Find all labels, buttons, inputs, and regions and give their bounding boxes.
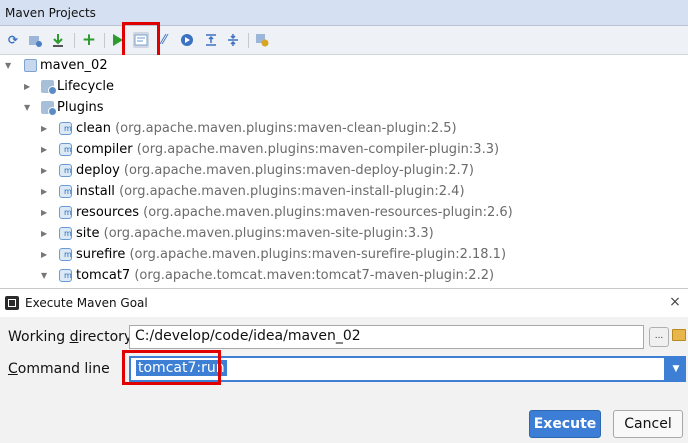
panel-title: Maven Projects bbox=[0, 0, 688, 26]
lifecycle-label: Lifecycle bbox=[57, 79, 115, 94]
plugin-coordinates: (org.apache.maven.plugins:maven-resource… bbox=[143, 205, 513, 220]
dialog-titlebar: Execute Maven Goal × bbox=[0, 289, 688, 317]
maven-plugin-icon bbox=[59, 122, 72, 135]
maven-plugin-icon bbox=[59, 143, 72, 156]
tree-node-plugin[interactable]: ▶ resources (org.apache.maven.plugins:ma… bbox=[0, 202, 688, 223]
collapsed-arrow-icon[interactable]: ▶ bbox=[41, 223, 51, 244]
plugin-name: clean bbox=[76, 121, 111, 136]
execute-button[interactable]: Execute bbox=[529, 410, 601, 438]
toolbar-separator bbox=[104, 33, 105, 48]
tree-node-plugins[interactable]: ▼ Plugins bbox=[0, 97, 688, 118]
maven-plugin-icon bbox=[59, 248, 72, 261]
collapsed-arrow-icon[interactable]: ▶ bbox=[41, 160, 51, 181]
collapsed-arrow-icon[interactable]: ▶ bbox=[41, 139, 51, 160]
expand-arrow-icon[interactable]: ▼ bbox=[41, 265, 51, 286]
project-label: maven_02 bbox=[40, 58, 108, 73]
plugin-name: surefire bbox=[76, 247, 126, 262]
maven-plugin-icon bbox=[59, 269, 72, 282]
plugin-name: deploy bbox=[76, 163, 120, 178]
collapsed-arrow-icon[interactable]: ▶ bbox=[41, 244, 51, 265]
tree-node-plugin[interactable]: ▶ site (org.apache.maven.plugins:maven-s… bbox=[0, 223, 688, 244]
command-line-label: Command line bbox=[8, 361, 110, 377]
maven-plugin-icon bbox=[59, 206, 72, 219]
working-directory-label: Working directory bbox=[8, 329, 133, 345]
add-icon[interactable]: + bbox=[81, 31, 97, 48]
maven-project-tree: ▼ maven_02 ▶ Lifecycle ▼ Plugins ▶ clean… bbox=[0, 55, 688, 288]
skip-tests-icon[interactable] bbox=[179, 32, 195, 48]
plugin-name: tomcat7 bbox=[76, 268, 131, 283]
tree-node-plugin[interactable]: ▶ surefire (org.apache.maven.plugins:mav… bbox=[0, 244, 688, 265]
cancel-button[interactable]: Cancel bbox=[613, 410, 683, 438]
tree-node-project[interactable]: ▼ maven_02 bbox=[0, 55, 688, 76]
plugins-label: Plugins bbox=[57, 100, 104, 115]
collapsed-arrow-icon[interactable]: ▶ bbox=[24, 76, 34, 97]
working-directory-field[interactable]: C:/develop/code/idea/maven_02 bbox=[129, 325, 644, 349]
toolbar-separator bbox=[248, 33, 249, 48]
maven-plugin-icon bbox=[59, 185, 72, 198]
maven-plugin-icon bbox=[59, 164, 72, 177]
generate-sources-icon[interactable] bbox=[27, 32, 43, 48]
tree-node-lifecycle[interactable]: ▶ Lifecycle bbox=[0, 76, 688, 97]
collapse-all-icon[interactable] bbox=[225, 32, 241, 48]
expand-all-icon[interactable] bbox=[203, 32, 219, 48]
browse-button[interactable]: ... bbox=[649, 327, 669, 347]
plugin-coordinates: (org.apache.maven.plugins:maven-install-… bbox=[119, 184, 465, 199]
expand-arrow-icon[interactable]: ▼ bbox=[5, 55, 15, 76]
chevron-down-icon[interactable]: ▼ bbox=[666, 356, 686, 382]
command-line-highlight bbox=[122, 350, 221, 385]
close-button[interactable]: × bbox=[666, 293, 684, 311]
download-icon[interactable] bbox=[50, 32, 66, 48]
plugin-name: site bbox=[76, 226, 100, 241]
tree-node-plugin[interactable]: ▶ clean (org.apache.maven.plugins:maven-… bbox=[0, 118, 688, 139]
expand-arrow-icon[interactable]: ▼ bbox=[24, 97, 34, 118]
refresh-icon[interactable]: ⟳ bbox=[5, 32, 21, 48]
tree-node-plugin[interactable]: ▶ compiler (org.apache.maven.plugins:mav… bbox=[0, 139, 688, 160]
toolbar-separator bbox=[74, 33, 75, 48]
plugin-coordinates: (org.apache.maven.plugins:maven-compiler… bbox=[136, 142, 500, 157]
intellij-app-icon bbox=[5, 296, 19, 310]
settings-icon[interactable] bbox=[254, 32, 270, 48]
maven-toolbar: ⟳ + ⁄⁄ bbox=[0, 26, 688, 55]
execute-maven-goal-dialog: Execute Maven Goal × Working directory C… bbox=[0, 288, 688, 443]
maven-plugin-icon bbox=[59, 227, 72, 240]
folder-icon bbox=[41, 80, 57, 95]
tree-node-plugin[interactable]: ▶ install (org.apache.maven.plugins:mave… bbox=[0, 181, 688, 202]
plugin-name: compiler bbox=[76, 142, 133, 157]
tree-node-plugin[interactable]: ▶ deploy (org.apache.maven.plugins:maven… bbox=[0, 160, 688, 181]
plugin-name: resources bbox=[76, 205, 140, 220]
folder-icon[interactable] bbox=[672, 329, 686, 341]
tree-node-plugin[interactable]: ▼ tomcat7 (org.apache.tomcat.maven:tomca… bbox=[0, 265, 688, 286]
plugin-name: install bbox=[76, 184, 115, 199]
dialog-title: Execute Maven Goal bbox=[25, 296, 148, 310]
collapsed-arrow-icon[interactable]: ▶ bbox=[41, 202, 51, 223]
execute-goal-highlight bbox=[122, 22, 160, 58]
maven-module-icon bbox=[24, 59, 37, 72]
plugin-coordinates: (org.apache.maven.plugins:maven-deploy-p… bbox=[123, 163, 474, 178]
folder-icon bbox=[41, 101, 57, 116]
plugin-coordinates: (org.apache.maven.plugins:maven-site-plu… bbox=[103, 226, 434, 241]
collapsed-arrow-icon[interactable]: ▶ bbox=[41, 118, 51, 139]
plugin-coordinates: (org.apache.maven.plugins:maven-clean-pl… bbox=[115, 121, 457, 136]
plugin-coordinates: (org.apache.tomcat.maven:tomcat7-maven-p… bbox=[134, 268, 495, 283]
plugin-coordinates: (org.apache.maven.plugins:maven-surefire… bbox=[129, 247, 507, 262]
collapsed-arrow-icon[interactable]: ▶ bbox=[41, 181, 51, 202]
